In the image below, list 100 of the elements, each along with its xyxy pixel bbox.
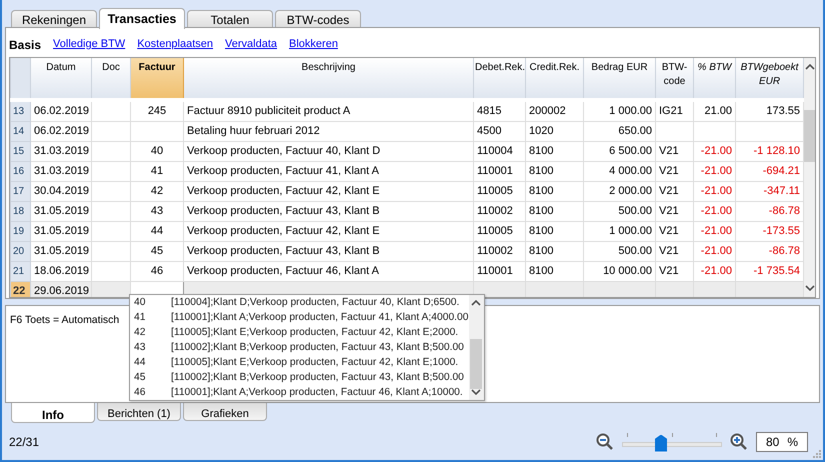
table-cell: 8100 bbox=[526, 181, 584, 202]
resize-grip-icon[interactable] bbox=[813, 450, 821, 458]
table-cell: -21.00 bbox=[694, 261, 736, 282]
row-number: 13 bbox=[10, 100, 30, 122]
suggestion-text[interactable]: [110001];Klant A;Verkoop producten, Factuur 41, Klant A;4000.00 bbox=[171, 312, 468, 323]
tab[interactable]: Transacties bbox=[99, 8, 185, 29]
table-cell: 245 bbox=[130, 100, 184, 122]
column-header[interactable]: BTWgeboekt EUR bbox=[736, 58, 804, 100]
table-cell: 4815 bbox=[474, 100, 526, 122]
table-cell: Verkoop producten, Factuur 43, Klant B bbox=[184, 201, 474, 222]
table-cell: 10 000.00 bbox=[584, 261, 656, 282]
column-header[interactable]: Credit.Rek. bbox=[526, 58, 584, 100]
corner-cell bbox=[10, 58, 30, 100]
table-cell bbox=[92, 221, 130, 242]
table-cell bbox=[526, 281, 584, 297]
table-cell: V21 bbox=[656, 241, 694, 262]
table-cell: Verkoop producten, Factuur 46, Klant A bbox=[184, 261, 474, 282]
table-cell bbox=[584, 281, 656, 297]
table-cell: V21 bbox=[656, 181, 694, 202]
scrollbar[interactable] bbox=[804, 58, 815, 297]
suggestion-text[interactable]: [110001];Klant A;Verkoop producten, Factuur 46, Klant A;10000. bbox=[171, 387, 463, 398]
row-number: 15 bbox=[10, 141, 30, 162]
table-cell: 31.05.2019 bbox=[30, 201, 92, 222]
table-cell bbox=[92, 141, 130, 162]
table-cell bbox=[92, 121, 130, 142]
view-link[interactable]: Volledige BTW bbox=[53, 38, 126, 57]
view-link[interactable]: Vervaldata bbox=[225, 38, 278, 57]
table-cell: 1 000.00 bbox=[584, 100, 656, 122]
scroll-up-icon[interactable] bbox=[805, 64, 815, 70]
table-cell: V21 bbox=[656, 261, 694, 282]
row-number: 14 bbox=[10, 121, 30, 142]
suggestion-number[interactable]: 41 bbox=[134, 312, 171, 323]
suggestion-number[interactable]: 44 bbox=[134, 357, 171, 368]
view-link[interactable]: Basis bbox=[9, 38, 42, 57]
table-cell: -21.00 bbox=[694, 241, 736, 262]
scroll-up-icon[interactable] bbox=[471, 300, 481, 306]
table-cell bbox=[92, 201, 130, 222]
table-cell: 4500 bbox=[474, 121, 526, 142]
tab[interactable]: Berichten (1) bbox=[97, 403, 181, 421]
table-cell: V21 bbox=[656, 141, 694, 162]
zoom-slider[interactable] bbox=[622, 430, 722, 452]
column-header[interactable]: BTW-code bbox=[656, 58, 694, 100]
table-cell: Verkoop producten, Factuur 42, Klant E bbox=[184, 221, 474, 242]
table-cell: -21.00 bbox=[694, 201, 736, 222]
record-count: 22/31 bbox=[9, 434, 40, 448]
zoom-field[interactable]: 80 % bbox=[756, 432, 808, 452]
suggestion-text[interactable]: [110004];Klant D;Verkoop producten, Factuur 40, Klant D;6500. bbox=[171, 297, 460, 308]
table-cell: 4 000.00 bbox=[584, 161, 656, 182]
slider-thumb[interactable] bbox=[655, 434, 667, 452]
table-cell: 42 bbox=[130, 181, 184, 202]
zoom-in-icon[interactable] bbox=[730, 432, 748, 450]
tab[interactable]: Info bbox=[11, 403, 95, 423]
scroll-down-icon[interactable] bbox=[471, 389, 481, 395]
suggestion-number[interactable]: 42 bbox=[134, 327, 171, 338]
table-cell: 30.04.2019 bbox=[30, 181, 92, 202]
suggestion-text[interactable]: [110002];Klant B;Verkoop producten, Factuur 43, Klant B;500.00 bbox=[171, 372, 464, 383]
zoom-out-icon[interactable] bbox=[596, 432, 614, 450]
column-header[interactable]: % BTW bbox=[694, 58, 736, 100]
table-cell: -21.00 bbox=[694, 181, 736, 202]
table-cell: 1020 bbox=[526, 121, 584, 142]
column-header[interactable]: Factuur bbox=[130, 58, 184, 100]
table-cell bbox=[92, 281, 130, 297]
table-cell: Verkoop producten, Factuur 42, Klant E bbox=[184, 181, 474, 202]
view-link[interactable]: Blokkeren bbox=[289, 38, 338, 57]
column-header[interactable]: Bedrag EUR bbox=[584, 58, 656, 100]
column-header[interactable]: Doc bbox=[92, 58, 130, 100]
table-cell: 110005 bbox=[474, 181, 526, 202]
column-header[interactable]: Beschrijving bbox=[184, 58, 474, 100]
table-cell: 8100 bbox=[526, 241, 584, 262]
row-number: 17 bbox=[10, 181, 30, 202]
table-cell bbox=[656, 121, 694, 142]
table-cell: 8100 bbox=[526, 201, 584, 222]
scrollbar[interactable] bbox=[468, 295, 484, 400]
suggestion-number[interactable]: 43 bbox=[134, 342, 171, 353]
view-link[interactable]: Kostenplaatsen bbox=[137, 38, 214, 57]
table-cell: 06.02.2019 bbox=[30, 100, 92, 122]
table-cell: 500.00 bbox=[584, 241, 656, 262]
row-number: 16 bbox=[10, 161, 30, 182]
column-header[interactable]: Datum bbox=[30, 58, 92, 100]
suggestion-text[interactable]: [110002];Klant B;Verkoop producten, Factuur 43, Klant B;500.00 bbox=[171, 342, 464, 353]
scroll-down-icon[interactable] bbox=[805, 285, 815, 291]
column-header[interactable]: Debet.Rek. bbox=[474, 58, 526, 100]
row-number: 21 bbox=[10, 261, 30, 282]
row-number: 20 bbox=[10, 241, 30, 262]
table-cell: 110002 bbox=[474, 241, 526, 262]
scroll-thumb[interactable] bbox=[804, 110, 815, 162]
suggestion-text[interactable]: [110005];Klant E;Verkoop producten, Factuur 42, Klant E;2000. bbox=[171, 327, 458, 338]
table-cell: 650.00 bbox=[584, 121, 656, 142]
scroll-thumb[interactable] bbox=[470, 339, 482, 389]
tab[interactable]: Grafieken bbox=[183, 403, 267, 421]
suggestion-number[interactable]: 40 bbox=[134, 297, 171, 308]
suggestion-number[interactable]: 46 bbox=[134, 387, 171, 398]
suggestion-text[interactable]: [110005];Klant E;Verkoop producten, Factuur 42, Klant E;1000. bbox=[171, 357, 458, 368]
row-number: 22 bbox=[10, 281, 30, 297]
suggestion-number[interactable]: 45 bbox=[134, 372, 171, 383]
table-cell: 200002 bbox=[526, 100, 584, 122]
table-cell: 8100 bbox=[526, 221, 584, 242]
table-cell: Betaling huur februari 2012 bbox=[184, 121, 474, 142]
table-cell: 21.00 bbox=[694, 100, 736, 122]
table-cell: Factuur 8910 publiciteit product A bbox=[184, 100, 474, 122]
